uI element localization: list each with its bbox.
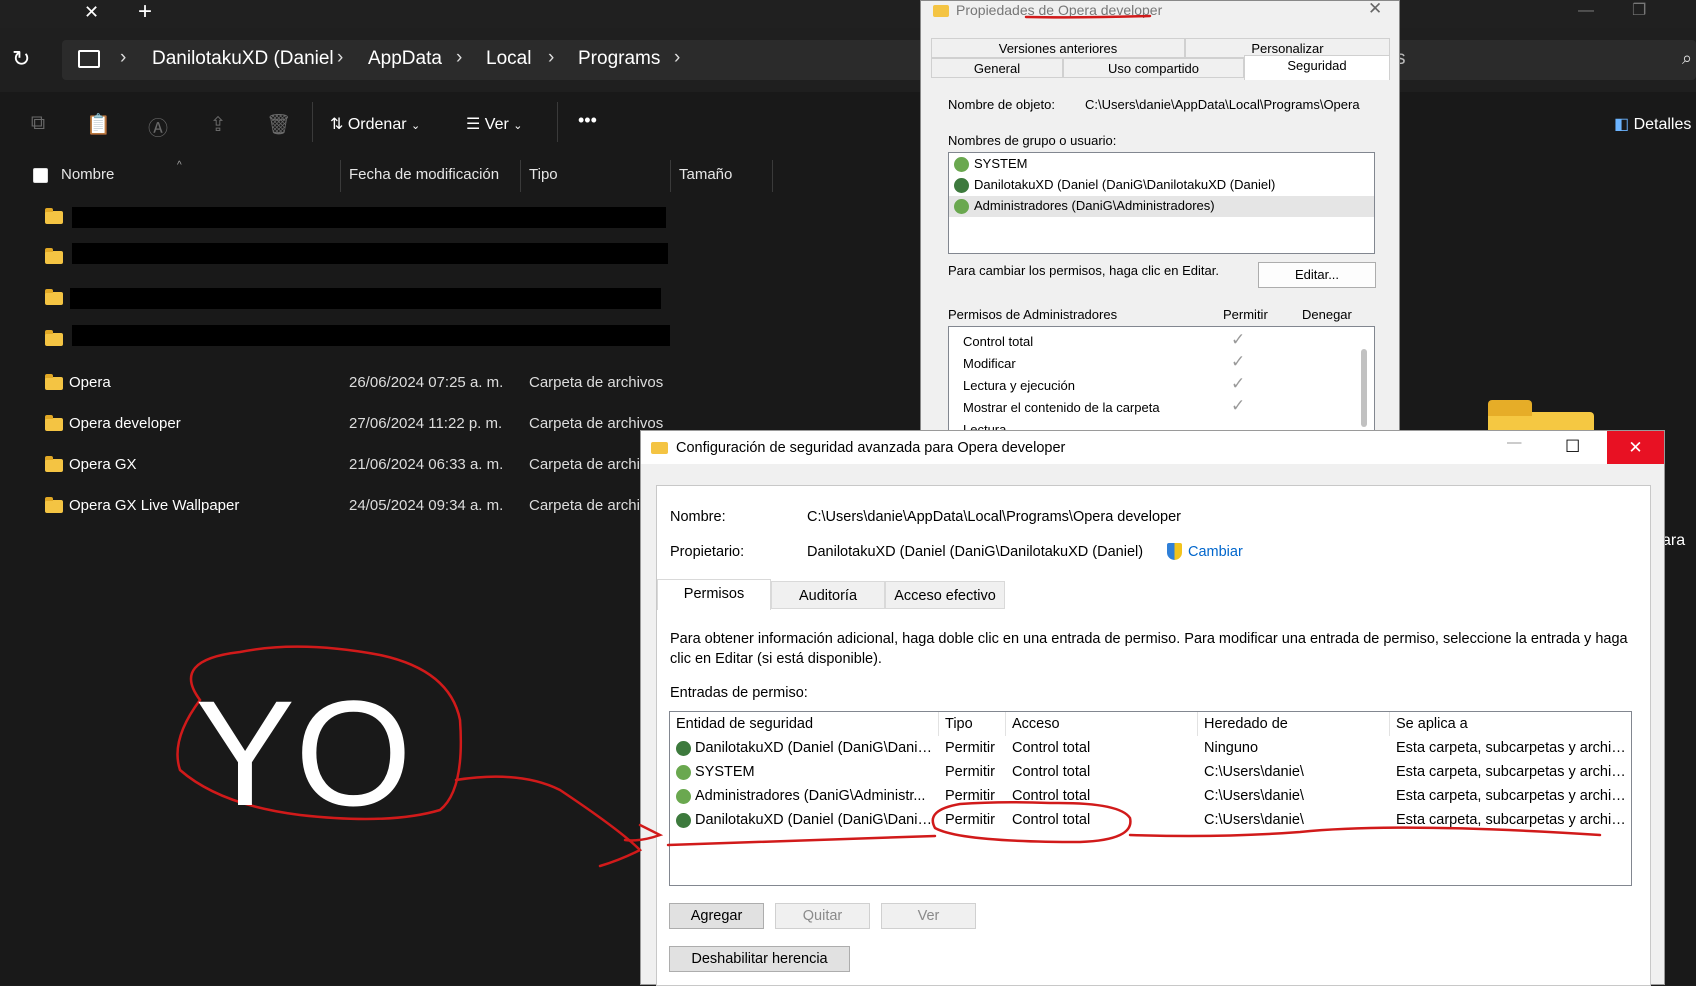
underline-mark bbox=[1024, 14, 1152, 19]
annotation-overlay: YO bbox=[176, 14, 1602, 868]
arrow-mark bbox=[454, 775, 643, 868]
underline-mark bbox=[666, 834, 937, 847]
underline-mark bbox=[1128, 826, 1602, 838]
arrow-mark bbox=[623, 823, 664, 842]
annotation-text: YO bbox=[195, 669, 412, 837]
circle-mark bbox=[931, 800, 1132, 844]
